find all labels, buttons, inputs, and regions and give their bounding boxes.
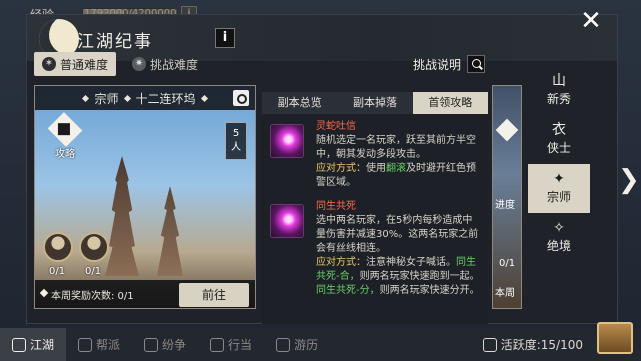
boss-portrait-2[interactable] [79,232,109,262]
card-footer: 本周奖励次数: 0/1 前往 [35,280,255,308]
rank-item-newbie[interactable]: 山 新秀 [528,66,590,115]
go-button[interactable]: 前往 [179,283,249,307]
counter-highlight-2: 同生共死-分， [316,285,380,296]
next-card-progress-label: 进度 [495,200,515,211]
tab-dungeon-drops[interactable]: 副本掉落 [337,92,413,114]
title-info-button[interactable]: i [215,28,235,48]
pagoda-illustration [105,156,139,276]
counter-mid: 则两名玩家快速跑到一起。 [359,271,480,282]
info-tabs: 副本总览 副本掉落 首领攻略 [262,92,488,114]
camera-icon[interactable] [233,90,249,106]
next-page-arrow-icon[interactable]: ❯ [618,165,640,195]
dungeon-card[interactable]: 宗师 十二连环坞 攻略 5 人 0/1 0/1 本周奖励次数: 0/1 前往 [34,85,256,309]
tab-challenge-label: 挑战难度 [150,57,199,72]
card-head-dot-right [200,94,208,102]
skill-body: 同生共死 选中两名玩家，在5秒内每秒造成中量伤害并减速30%。这两名玩家之前会有… [316,200,482,298]
tab-normal-label: 普通难度 [60,57,109,72]
tab-challenge-difficulty[interactable]: ✷ 挑战难度 [124,52,206,76]
activity-icon [482,337,497,352]
boss-portrait-1[interactable] [43,232,73,262]
emblem-outline-icon: ✧ [553,220,565,236]
counter-label: 应对方式： [316,163,366,174]
rank-item-master[interactable]: ✦ 宗师 [528,164,590,213]
scroll-icon [12,337,26,352]
treasure-chest-icon[interactable] [597,322,633,354]
crossed-swords-icon [144,337,159,352]
skill-body: 灵蛇吐信 随机选定一名玩家，跃至其前方半空中，朝其发动多段攻击。 应对方式：使用… [316,120,482,190]
normal-difficulty-icon: ✶ [42,57,56,71]
nav-label: 纷争 [162,338,187,352]
player-count-badge: 5 人 [225,122,247,160]
next-card-boss-count: 0/1 [499,258,516,269]
weekly-reward-count: 本周奖励次数: 0/1 [51,291,134,302]
guild-icon [78,337,93,352]
nav-item-trade[interactable]: 行当 [198,336,264,353]
rank-menu: 山 新秀 衣 侠士 ✦ 宗师 ✧ 绝境 [528,66,590,262]
counter-pre: 使用 [366,163,386,174]
difficulty-tabs: ✶ 普通难度 ✷ 挑战难度 [34,52,206,76]
nav-item-travel[interactable]: 游历 [264,336,330,353]
counter-pre: 注意神秘女子喊话。 [366,257,456,268]
card-dungeon-name: 十二连环坞 [135,91,196,106]
card-header: 宗师 十二连环坞 [35,86,255,110]
pagoda-illustration-small [157,186,183,276]
nav-item-guild[interactable]: 帮派 [66,336,132,353]
skill-counter: 应对方式：注意神秘女子喊话。同生共死-合，则两名玩家快速跑到一起。同生共死-分，… [316,256,482,298]
guide-label: 攻略 [55,149,75,160]
travel-icon [276,337,291,352]
nav-label: 帮派 [96,338,121,352]
rank-item-knight[interactable]: 衣 侠士 [528,115,590,164]
nav-label: 江湖 [30,338,55,352]
card-head-dot-left [82,94,90,102]
rank-label: 侠士 [546,141,571,155]
bottom-nav: 江湖 帮派 纷争 行当 游历 活跃度:15/100 [0,328,641,361]
guide-badge[interactable]: 攻略 [45,112,85,160]
counter-label: 应对方式： [316,257,366,268]
challenge-description-link[interactable]: 挑战说明 [413,55,486,73]
activity-text: 活跃度:15/100 [500,338,583,352]
rank-label: 宗师 [546,190,571,204]
nav-label: 游历 [294,338,319,352]
card-head-dot-mid [123,94,131,102]
tab-dungeon-overview[interactable]: 副本总览 [262,92,338,114]
challenge-difficulty-icon: ✷ [132,57,147,71]
nav-item-jianghu[interactable]: 江湖 [0,328,67,361]
activity-counter: 活跃度:15/100 [482,336,583,353]
guide-flag-icon [47,112,83,147]
player-count-number: 5 [232,128,240,139]
trade-icon [210,337,225,352]
emblem-icon: ✦ [553,171,565,187]
player-count-unit: 人 [231,142,241,153]
tab-normal-difficulty[interactable]: ✶ 普通难度 [34,52,117,76]
panel-title: 江湖纪事 [77,32,153,52]
skill-icon [270,204,304,238]
search-icon [467,55,486,73]
rank-label: 绝境 [546,239,571,253]
nav-label: 行当 [228,338,253,352]
rank-label: 新秀 [546,92,571,106]
skill-name: 同生共死 [316,201,356,212]
card-rank-label: 宗师 [94,91,119,106]
skill-description: 随机选定一名玩家，跃至其前方半空中，朝其发动多段攻击。 [316,135,476,160]
reward-dot-icon [39,288,49,298]
guide-flag-icon [495,118,519,142]
challenge-description-label: 挑战说明 [413,57,462,72]
nav-item-dispute[interactable]: 纷争 [132,336,198,353]
counter-post: 则两名玩家快速分开。 [379,285,480,296]
skill-description: 选中两名玩家，在5秒内每秒造成中量伤害并减速30%。这两名玩家之前会有丝线相连。 [316,215,479,254]
skill-icon [270,124,304,158]
next-card-week-label: 本周 [495,288,515,299]
mountain-icon: 山 [552,73,566,89]
rank-item-extreme[interactable]: ✧ 绝境 [528,213,590,262]
boss-guide-content[interactable]: 灵蛇吐信 随机选定一名玩家，跃至其前方半空中，朝其发动多段攻击。 应对方式：使用… [262,114,488,324]
boss-count-2: 0/1 [85,266,102,277]
robe-icon: 衣 [552,122,566,138]
skill-name: 灵蛇吐信 [316,121,356,132]
tab-boss-guide[interactable]: 首领攻略 [412,92,488,114]
skill-counter: 应对方式：使用翻滚及时避开红色预警区域。 [316,162,482,190]
counter-highlight: 翻滚 [386,163,406,174]
next-dungeon-card[interactable]: 进度 0/1 本周 [492,85,522,309]
boss-count-1: 0/1 [49,266,66,277]
close-button[interactable]: ✕ [577,8,605,36]
